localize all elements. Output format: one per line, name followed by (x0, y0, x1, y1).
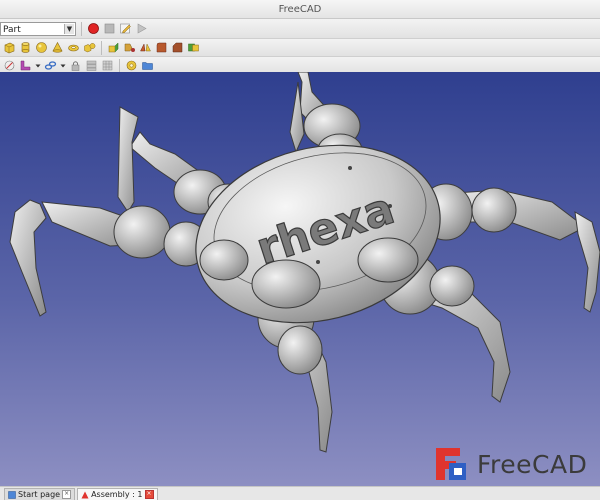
grid-icon (102, 60, 113, 71)
title-bar: FreeCAD (0, 0, 600, 19)
freecad-window: FreeCAD Part ▼ rhexa FreeCAD Start page … (0, 0, 600, 500)
mirror-icon (140, 43, 151, 52)
freecad-logo-icon (436, 448, 466, 480)
cube-icon (4, 42, 15, 54)
extrude-icon (108, 42, 119, 53)
torus-button[interactable] (67, 41, 80, 54)
document-tab-bar: Start page × Assembly : 1 × (0, 486, 600, 500)
chamfer-button[interactable] (171, 41, 184, 54)
chevron-down-icon: ▼ (64, 23, 74, 34)
cube-button[interactable] (3, 41, 16, 54)
stack-button[interactable] (85, 59, 98, 72)
freecad-logo-text: FreeCAD (477, 449, 588, 479)
torus-icon (68, 44, 79, 52)
chevron-down-icon (60, 64, 66, 68)
gear-icon (126, 60, 137, 71)
extrude-button[interactable] (107, 41, 120, 54)
hexapod-model[interactable]: rhexa (0, 72, 600, 486)
main-toolbar: Part ▼ (0, 19, 600, 39)
boolean-icon (188, 43, 199, 52)
folder-icon (142, 62, 153, 70)
fillet-icon (156, 42, 167, 53)
lock-icon (71, 61, 80, 71)
open-folder-button[interactable] (141, 59, 154, 72)
cone-button[interactable] (51, 41, 64, 54)
close-icon[interactable]: × (62, 490, 72, 499)
close-icon[interactable]: × (144, 490, 154, 499)
macro-edit-icon (120, 23, 131, 34)
freecad-logo: FreeCAD (432, 444, 587, 484)
primitives-button[interactable] (83, 41, 96, 54)
measure-dropdown-button[interactable] (35, 59, 41, 72)
fillet-button[interactable] (155, 41, 168, 54)
primitives-icon (84, 43, 96, 53)
play-icon (137, 23, 147, 34)
revolve-button[interactable] (123, 41, 136, 54)
cone-icon (52, 41, 63, 53)
stop-icon (104, 23, 115, 34)
lock-button[interactable] (69, 59, 82, 72)
workbench-selector-value: Part (3, 24, 21, 35)
tab-label: Assembly : 1 (91, 490, 143, 499)
link-icon (44, 61, 57, 70)
cylinder-icon (21, 42, 30, 53)
execute-macro-button[interactable] (135, 22, 148, 35)
toolbar-separator (81, 21, 82, 36)
3d-view[interactable]: rhexa (0, 72, 600, 486)
mirror-button[interactable] (139, 41, 152, 54)
record-macro-button[interactable] (87, 22, 100, 35)
chevron-down-icon (35, 64, 41, 68)
pointer-icon (4, 60, 15, 71)
document-icon (81, 491, 89, 498)
record-icon (88, 23, 99, 34)
tab-label: Start page (18, 490, 61, 499)
toolbar-separator (101, 40, 102, 55)
sphere-button[interactable] (35, 41, 48, 54)
grid-button[interactable] (101, 59, 114, 72)
stop-macro-button[interactable] (103, 22, 116, 35)
start-page-icon (8, 490, 16, 499)
toolbar-separator (119, 58, 120, 73)
select-button[interactable] (3, 59, 16, 72)
leg-left (9, 199, 209, 317)
workbench-selector[interactable]: Part ▼ (0, 21, 76, 36)
link-button[interactable] (44, 59, 57, 72)
macro-editor-button[interactable] (119, 22, 132, 35)
chamfer-icon (172, 42, 183, 53)
cylinder-button[interactable] (19, 41, 32, 54)
revolve-icon (124, 43, 135, 52)
link-dropdown-button[interactable] (60, 59, 66, 72)
settings-button[interactable] (125, 59, 138, 72)
tab-assembly[interactable]: Assembly : 1 × (77, 488, 158, 500)
window-title: FreeCAD (278, 3, 322, 15)
tab-start-page[interactable]: Start page × (4, 488, 76, 500)
stack-icon (86, 60, 97, 71)
measure-button[interactable] (19, 59, 32, 72)
part-toolbar (0, 39, 600, 57)
sphere-icon (36, 42, 47, 53)
measure-icon (20, 60, 31, 71)
boolean-button[interactable] (187, 41, 200, 54)
